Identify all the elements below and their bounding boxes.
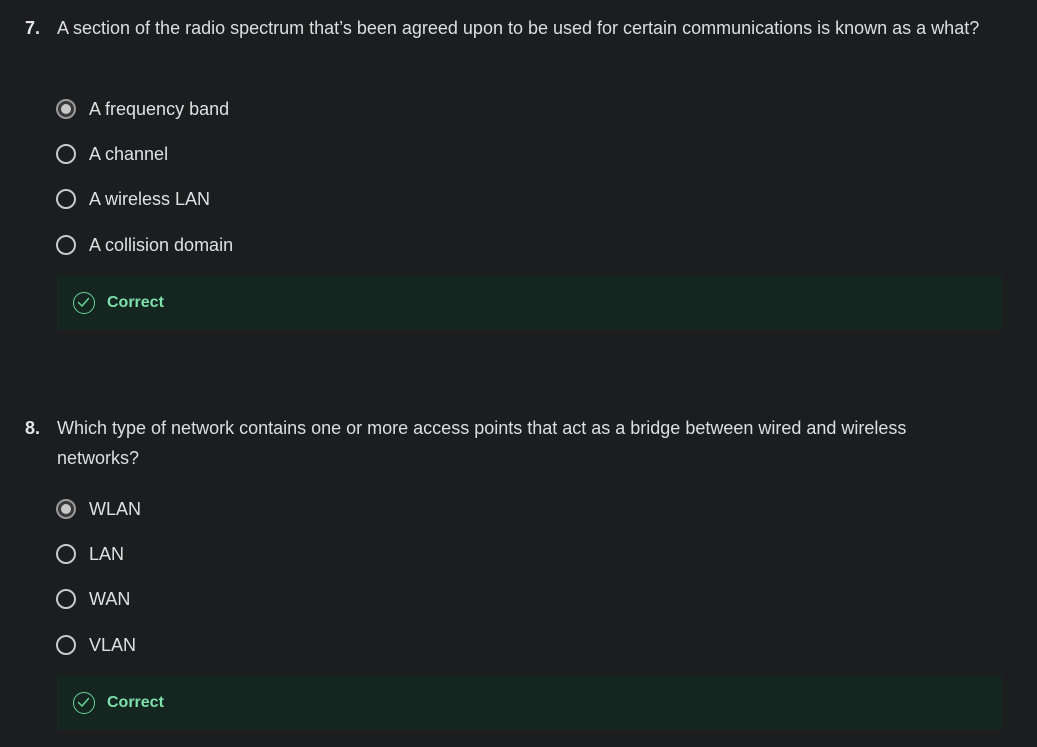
question-number: 7. xyxy=(25,18,41,38)
feedback-label: Correct xyxy=(107,293,164,311)
quiz-page: 7. A section of the radio spectrum that’… xyxy=(0,0,1037,747)
radio-unselected-icon[interactable] xyxy=(56,635,76,655)
radio-unselected-icon[interactable] xyxy=(56,235,76,255)
option-label: LAN xyxy=(89,543,125,564)
question-number: 8. xyxy=(25,418,41,438)
option-label: WAN xyxy=(89,588,131,609)
option-label: A wireless LAN xyxy=(89,188,211,209)
feedback-correct-banner: Correct xyxy=(57,675,1002,730)
feedback-label: Correct xyxy=(107,693,164,711)
radio-unselected-icon[interactable] xyxy=(56,589,76,609)
check-circle-icon xyxy=(73,291,95,314)
option-vlan[interactable]: VLAN xyxy=(56,632,136,658)
option-a-channel[interactable]: A channel xyxy=(56,141,168,167)
option-label: WLAN xyxy=(89,498,142,519)
radio-selected-icon[interactable] xyxy=(56,499,76,519)
option-label: A channel xyxy=(89,143,169,164)
feedback-correct-banner: Correct xyxy=(57,275,1002,330)
option-label: A collision domain xyxy=(89,234,234,255)
option-label: VLAN xyxy=(89,634,137,655)
question-header: 8. Which type of network contains one or… xyxy=(25,413,985,473)
radio-unselected-icon[interactable] xyxy=(56,144,76,164)
question-text: Which type of network contains one or mo… xyxy=(57,418,907,468)
check-circle-icon xyxy=(73,691,95,714)
option-wan[interactable]: WAN xyxy=(56,586,130,612)
radio-unselected-icon[interactable] xyxy=(56,544,76,564)
option-a-wireless-lan[interactable]: A wireless LAN xyxy=(56,186,210,212)
question-header: 7. A section of the radio spectrum that’… xyxy=(25,13,985,43)
radio-unselected-icon[interactable] xyxy=(56,189,76,209)
radio-selected-icon[interactable] xyxy=(56,99,76,119)
option-label: A frequency band xyxy=(89,98,230,119)
option-a-frequency-band[interactable]: A frequency band xyxy=(56,96,229,122)
option-lan[interactable]: LAN xyxy=(56,541,124,567)
option-a-collision-domain[interactable]: A collision domain xyxy=(56,232,233,258)
option-wlan[interactable]: WLAN xyxy=(56,496,141,522)
question-text: A section of the radio spectrum that’s b… xyxy=(57,18,980,38)
